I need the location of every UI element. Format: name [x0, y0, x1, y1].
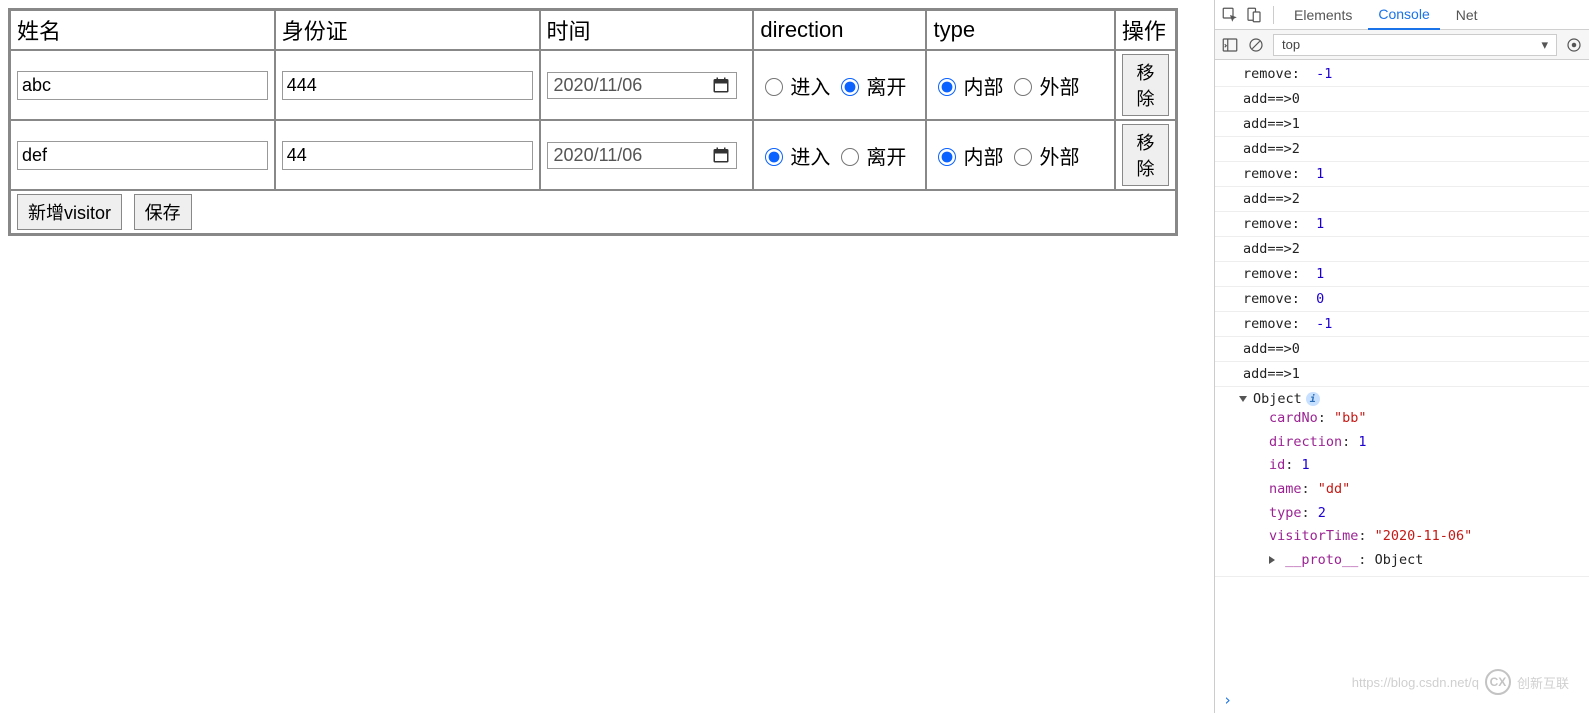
direction-in-radio[interactable]	[765, 78, 783, 96]
console-object-row[interactable]: Object icardNo: "bb"direction: 1id: 1nam…	[1215, 387, 1589, 577]
th-time: 时间	[540, 10, 754, 50]
calendar-icon	[712, 146, 730, 164]
radio-label: 内部	[963, 71, 1003, 100]
th-direction: direction	[753, 10, 926, 50]
inspect-icon[interactable]	[1221, 6, 1239, 24]
radio-label: 进入	[790, 71, 830, 100]
save-button[interactable]: 保存	[134, 194, 192, 230]
console-log-row: remove: 1	[1215, 212, 1589, 237]
console-log-row: add==>2	[1215, 187, 1589, 212]
tab-elements[interactable]: Elements	[1284, 1, 1362, 29]
live-expression-icon[interactable]	[1565, 36, 1583, 54]
console-log-row: remove: 1	[1215, 162, 1589, 187]
direction-in-radio[interactable]	[765, 148, 783, 166]
th-name: 姓名	[10, 10, 275, 50]
calendar-icon	[712, 76, 730, 94]
table-row: 2020/11/06 进入 离开 内部 外部 移除	[10, 120, 1176, 190]
direction-radio-group: 进入 离开	[760, 71, 919, 100]
table-footer-row: 新增visitor 保存	[10, 190, 1176, 234]
chevron-down-icon: ▾	[1541, 37, 1548, 53]
console-sidebar-icon[interactable]	[1221, 36, 1239, 54]
collapse-icon[interactable]	[1239, 396, 1247, 402]
date-value: 2020/11/06	[554, 75, 712, 96]
clear-console-icon[interactable]	[1247, 36, 1265, 54]
console-log-row: add==>1	[1215, 362, 1589, 387]
console-log-row: remove: 0	[1215, 287, 1589, 312]
separator	[1273, 6, 1274, 24]
scope-label: top	[1282, 37, 1300, 52]
table-row: 2020/11/06 进入 离开 内部 外部 移除	[10, 50, 1176, 120]
console-log-row: remove: 1	[1215, 262, 1589, 287]
date-value: 2020/11/06	[554, 145, 712, 166]
date-input[interactable]: 2020/11/06	[547, 72, 737, 99]
devtools-panel: Elements Console Net top ▾ remove: -1add…	[1214, 0, 1589, 713]
direction-radio-group: 进入 离开	[760, 141, 919, 170]
radio-label: 离开	[866, 141, 906, 170]
execution-context-select[interactable]: top ▾	[1273, 34, 1557, 56]
console-log-row: remove: -1	[1215, 312, 1589, 337]
console-log-row: add==>2	[1215, 237, 1589, 262]
direction-out-radio[interactable]	[841, 148, 859, 166]
th-card: 身份证	[275, 10, 540, 50]
radio-label: 内部	[963, 141, 1003, 170]
radio-label: 外部	[1039, 141, 1079, 170]
visitor-table: 姓名 身份证 时间 direction type 操作 2020/11/06 进…	[8, 8, 1178, 236]
type-radio-group: 内部 外部	[933, 141, 1107, 170]
console-log-row: add==>0	[1215, 87, 1589, 112]
expand-icon[interactable]	[1269, 556, 1275, 564]
th-op: 操作	[1115, 10, 1176, 50]
device-icon[interactable]	[1245, 6, 1263, 24]
direction-out-radio[interactable]	[841, 78, 859, 96]
remove-button[interactable]: 移除	[1122, 54, 1169, 116]
devtools-sub-bar: top ▾	[1215, 30, 1589, 60]
console-log-row: remove: -1	[1215, 62, 1589, 87]
type-external-radio[interactable]	[1014, 78, 1032, 96]
page-content: 姓名 身份证 时间 direction type 操作 2020/11/06 进…	[0, 0, 1214, 713]
tab-network[interactable]: Net	[1446, 1, 1488, 29]
remove-button[interactable]: 移除	[1122, 124, 1169, 186]
devtools-top-bar: Elements Console Net	[1215, 0, 1589, 30]
card-input[interactable]	[282, 71, 533, 100]
info-icon: i	[1306, 392, 1320, 406]
th-type: type	[926, 10, 1114, 50]
card-input[interactable]	[282, 141, 533, 170]
type-radio-group: 内部 外部	[933, 71, 1107, 100]
radio-label: 离开	[866, 71, 906, 100]
name-input[interactable]	[17, 71, 268, 100]
type-internal-radio[interactable]	[938, 78, 956, 96]
console-log-row: add==>1	[1215, 112, 1589, 137]
add-visitor-button[interactable]: 新增visitor	[17, 194, 122, 230]
name-input[interactable]	[17, 141, 268, 170]
tab-console[interactable]: Console	[1368, 0, 1439, 30]
console-log-row: add==>2	[1215, 137, 1589, 162]
radio-label: 进入	[790, 141, 830, 170]
table-header-row: 姓名 身份证 时间 direction type 操作	[10, 10, 1176, 50]
console-prompt[interactable]: ›	[1215, 687, 1589, 713]
date-input[interactable]: 2020/11/06	[547, 142, 737, 169]
console-log-row: add==>0	[1215, 337, 1589, 362]
console-output[interactable]: remove: -1add==>0add==>1add==>2remove: 1…	[1215, 60, 1589, 687]
radio-label: 外部	[1039, 71, 1079, 100]
type-internal-radio[interactable]	[938, 148, 956, 166]
type-external-radio[interactable]	[1014, 148, 1032, 166]
